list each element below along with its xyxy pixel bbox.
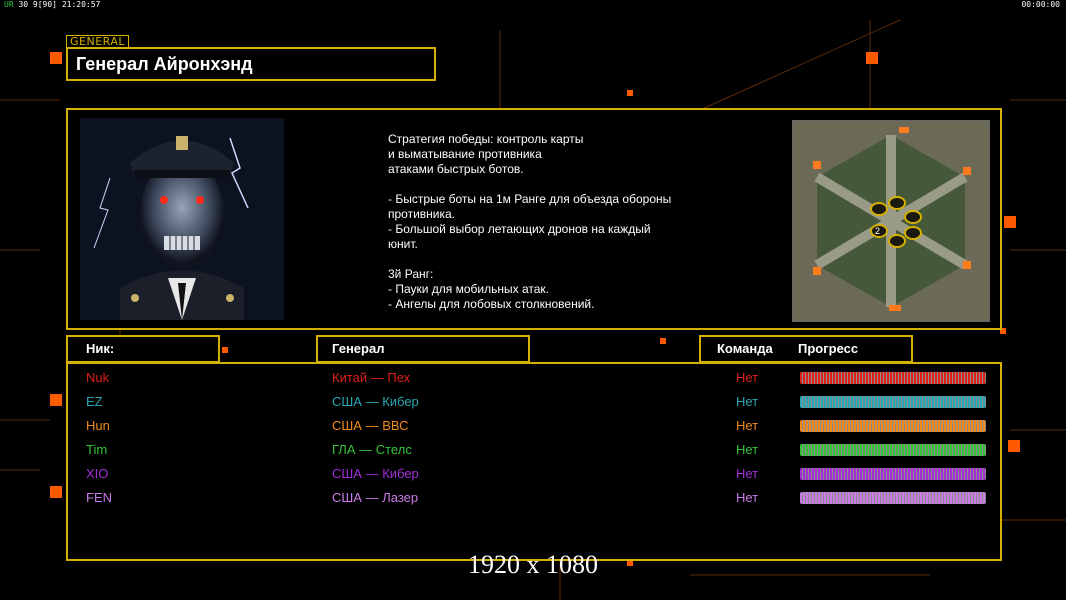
player-nick: FEN [86,490,112,505]
status-readout: UR 30 9[90] 21:20:57 [4,0,100,9]
progress-bar [800,372,986,384]
status-clock: 21:20:57 [61,0,101,9]
player-row: EZ США — Кибер Нет [68,391,1000,415]
player-general: США — ВВС [332,418,409,433]
general-header-label: Генерал [332,341,385,356]
progress-bar [800,468,986,480]
player-general: США — Кибер [332,466,419,481]
player-general: Китай — Пех [332,370,411,385]
progress-header-label: Прогресс [798,341,859,356]
general-title-box: Генерал Айронхэнд [66,47,436,81]
player-row: Tim ГЛА — Стелс Нет [68,439,1000,463]
status-value: 30 9[90] [18,0,57,9]
player-team: Нет [736,418,759,433]
player-general: США — Лазер [332,490,419,505]
general-portrait [80,118,284,320]
timer-readout: 00:00:00 [1021,0,1060,9]
player-team: Нет [736,394,759,409]
team-header-label: Команда [717,341,773,356]
player-nick: Nuk [86,370,110,385]
player-nick: Hun [86,418,110,433]
nick-header-label: Ник: [86,341,115,356]
player-row: Hun США — ВВС Нет [68,415,1000,439]
player-team: Нет [736,442,759,457]
player-row: Nuk Китай — Пех Нет [68,367,1000,391]
map-preview: 2 [792,120,990,322]
player-nick: Tim [86,442,108,457]
player-nick: EZ [86,394,103,409]
player-row: XIO США — Кибер Нет [68,463,1000,487]
nick-header: Ник: [66,335,220,363]
general-info-panel: Стратегия победы: контроль карты и вымат… [66,108,1002,330]
progress-bar [800,396,986,408]
resolution-label: 1920 x 1080 [468,550,598,579]
progress-bar [800,492,986,504]
player-list: Nuk Китай — Пех Нет EZ США — Кибер Нет Hun США … [66,362,1002,561]
team-progress-header: Команда Прогресс [699,335,913,363]
player-nick: XIO [86,466,109,481]
general-header: Генерал [316,335,530,363]
status-prefix: UR [4,0,14,9]
player-general: США — Кибер [332,394,419,409]
progress-bar [800,444,986,456]
player-row: FEN США — Лазер Нет [68,487,1000,511]
player-team: Нет [736,490,759,505]
player-general: ГЛА — Стелс [332,442,412,457]
strategy-description: Стратегия победы: контроль карты и вымат… [388,132,672,311]
player-team: Нет [736,466,759,481]
player-team: Нет [736,370,759,385]
progress-bar [800,420,986,432]
map-marker-label: 2 [875,226,880,236]
general-name: Генерал Айронхэнд [76,54,253,74]
